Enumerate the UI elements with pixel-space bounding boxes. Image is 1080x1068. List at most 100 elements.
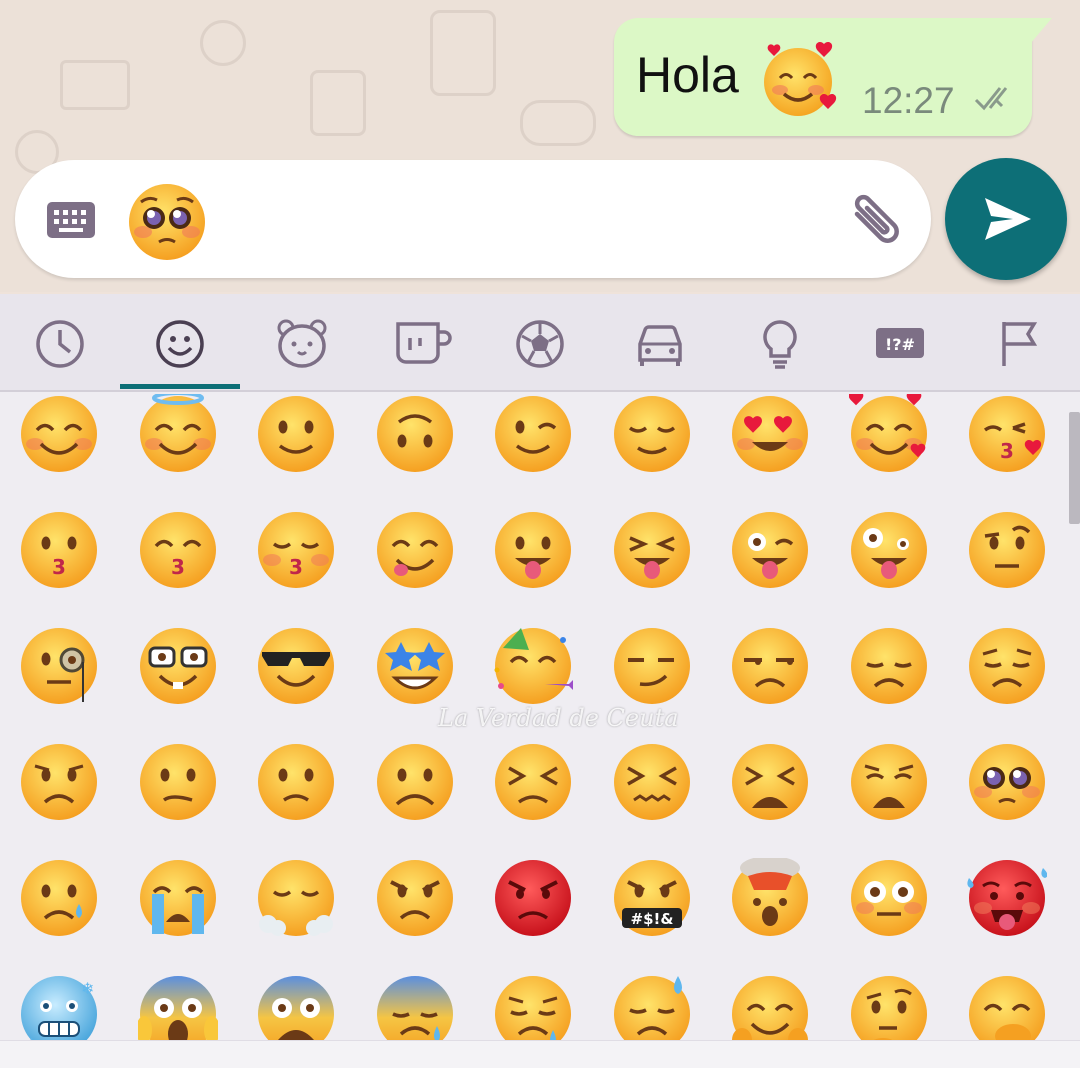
emoji-disappointed[interactable] xyxy=(948,626,1066,742)
emoji-exploding-head[interactable] xyxy=(711,858,829,974)
slight-smile-icon xyxy=(258,396,334,472)
emoji-heart-eyes[interactable] xyxy=(711,394,829,510)
emoji-slight-smile[interactable] xyxy=(237,394,355,510)
fearful-icon xyxy=(258,976,334,1040)
svg-text:3: 3 xyxy=(52,555,66,579)
emoji-smiling-hearts[interactable] xyxy=(830,394,948,510)
downcast-sweat-icon xyxy=(613,976,690,1040)
emoji-persevering[interactable] xyxy=(474,742,592,858)
wink-icon xyxy=(495,396,571,472)
emoji-tired[interactable] xyxy=(711,742,829,858)
emoji-weary[interactable] xyxy=(830,742,948,858)
hugging-icon xyxy=(732,976,808,1040)
halo-icon xyxy=(139,394,216,472)
doodle xyxy=(200,20,246,66)
send-button[interactable] xyxy=(945,158,1067,280)
tab-food[interactable] xyxy=(360,294,480,390)
emoji-zany[interactable] xyxy=(830,510,948,626)
steam-nose-icon xyxy=(258,860,334,936)
cold-icon: ❄❄ xyxy=(21,976,97,1040)
svg-text:3: 3 xyxy=(1000,439,1014,463)
emoji-nerd[interactable] xyxy=(119,626,237,742)
tab-travel[interactable] xyxy=(600,294,720,390)
emoji-confused[interactable] xyxy=(119,742,237,858)
emoji-pleading[interactable] xyxy=(948,742,1066,858)
emoji-kissing-heart[interactable]: 3 xyxy=(948,394,1066,510)
scrollbar[interactable] xyxy=(1069,412,1080,524)
soccer-ball-icon xyxy=(516,320,564,368)
emoji-yum[interactable] xyxy=(356,510,474,626)
emoji-slight-frown[interactable] xyxy=(237,742,355,858)
cursing-icon: #$!& xyxy=(613,860,690,936)
emoji-sad-tear[interactable] xyxy=(0,858,118,974)
emoji-loudly-crying[interactable] xyxy=(119,858,237,974)
tab-recent[interactable] xyxy=(0,294,120,390)
clock-icon xyxy=(36,320,84,368)
star-struck-icon xyxy=(376,628,453,704)
tired-icon xyxy=(732,744,808,820)
emoji-kissing[interactable]: 3 xyxy=(0,510,118,626)
emoji-pouting[interactable] xyxy=(474,858,592,974)
emoji-unamused[interactable] xyxy=(711,626,829,742)
emoji-kissing-closed-eyes[interactable]: 3 xyxy=(237,510,355,626)
disappointed-icon xyxy=(969,628,1045,704)
emoji-worried[interactable] xyxy=(0,742,118,858)
emoji-hot[interactable] xyxy=(948,858,1066,974)
emoji-fearful[interactable] xyxy=(237,974,355,1040)
emoji-kissing-smiling-eyes[interactable]: 3 xyxy=(119,510,237,626)
paperclip-icon[interactable] xyxy=(845,192,905,248)
svg-text:!?#: !?# xyxy=(885,335,915,354)
emoji-frown[interactable] xyxy=(356,742,474,858)
tab-flags[interactable] xyxy=(960,294,1080,390)
thinking-icon xyxy=(850,976,927,1040)
emoji-downcast-sweat[interactable] xyxy=(593,974,711,1040)
kissing-heart-icon: 3 xyxy=(969,396,1045,472)
emoji-relieved[interactable] xyxy=(593,394,711,510)
message-bubble[interactable]: Hola 12:27 xyxy=(614,18,1052,136)
message-input[interactable] xyxy=(15,160,931,278)
car-icon xyxy=(638,325,682,366)
symbols-icon: !?# xyxy=(876,328,924,358)
emoji-thinking[interactable] xyxy=(830,974,948,1040)
zany-icon xyxy=(850,512,927,588)
angry-icon xyxy=(376,860,453,936)
emoji-hand-over-mouth[interactable] xyxy=(948,974,1066,1040)
emoji-smiling-eyes[interactable] xyxy=(0,394,118,510)
emoji-steam-nose[interactable] xyxy=(237,858,355,974)
tab-objects[interactable] xyxy=(720,294,840,390)
tab-activities[interactable] xyxy=(480,294,600,390)
emoji-winking-tongue[interactable] xyxy=(711,510,829,626)
emoji-wink[interactable] xyxy=(474,394,592,510)
emoji-upside-down[interactable] xyxy=(356,394,474,510)
emoji-pensive[interactable] xyxy=(830,626,948,742)
svg-text:❄: ❄ xyxy=(81,979,94,998)
tab-smileys[interactable] xyxy=(120,294,240,390)
emoji-confounded[interactable] xyxy=(593,742,711,858)
sad-tear-icon xyxy=(21,860,97,936)
keyboard-icon[interactable] xyxy=(45,200,97,240)
svg-text:#$!&: #$!& xyxy=(630,910,673,928)
emoji-sad-relieved[interactable] xyxy=(474,974,592,1040)
doodle xyxy=(60,60,130,110)
emoji-anxious-sweat[interactable] xyxy=(356,974,474,1040)
partying-icon xyxy=(494,628,573,704)
kissing-smiling-eyes-icon: 3 xyxy=(139,512,216,588)
emoji-raised-eyebrow[interactable] xyxy=(948,510,1066,626)
emoji-flushed[interactable] xyxy=(830,858,948,974)
emoji-squinting-tongue[interactable] xyxy=(593,510,711,626)
slight-frown-icon xyxy=(258,744,334,820)
emoji-sunglasses[interactable] xyxy=(237,626,355,742)
emoji-halo[interactable] xyxy=(119,394,237,510)
emoji-cold[interactable]: ❄❄ xyxy=(0,974,118,1040)
cup-icon xyxy=(396,322,452,364)
message-text: Hola xyxy=(636,47,739,103)
tab-symbols[interactable]: !?# xyxy=(840,294,960,390)
smiling-hearts-icon xyxy=(848,394,927,472)
emoji-screaming[interactable] xyxy=(119,974,237,1040)
emoji-angry[interactable] xyxy=(356,858,474,974)
emoji-hugging[interactable] xyxy=(711,974,829,1040)
emoji-tongue[interactable] xyxy=(474,510,592,626)
tab-animals[interactable] xyxy=(240,294,360,390)
emoji-monocle[interactable] xyxy=(0,626,118,742)
emoji-cursing[interactable]: #$!& xyxy=(593,858,711,974)
